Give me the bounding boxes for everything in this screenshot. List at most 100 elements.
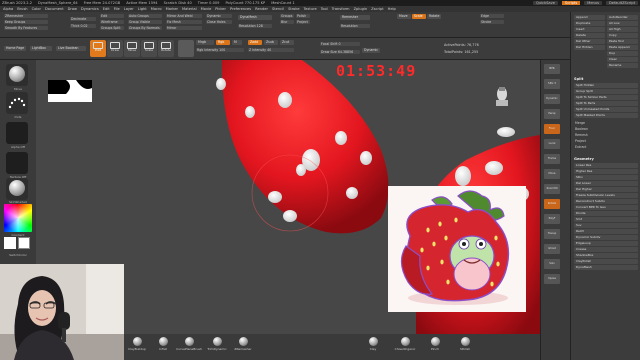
geometry-edgeloop-button[interactable]: EdgeLoop	[574, 241, 638, 246]
menus-button[interactable]: Menus	[584, 1, 602, 5]
quicksave-button[interactable]: QuickSave	[532, 1, 558, 5]
rotate-mode-button[interactable]: Rotate	[158, 40, 174, 57]
zremesher-button[interactable]: ZRemesher	[4, 14, 48, 18]
scale-mode-button[interactable]: Scale	[141, 40, 157, 57]
split-split-to-parts-button[interactable]: Split To Parts	[574, 101, 638, 106]
subpalette-extract-header[interactable]: Extract	[575, 145, 586, 149]
tool-del-other-button[interactable]: Del Other	[574, 39, 605, 44]
dock-floor-button[interactable]: Floor	[544, 124, 560, 134]
groups-split-button[interactable]: Groups Split	[100, 26, 124, 30]
tp-rotate-button[interactable]: Rotate	[427, 14, 441, 19]
geometry-shadowbox-button[interactable]: ShadowBox	[574, 253, 638, 258]
tool-autoreorder-button[interactable]: AutoReorder	[607, 15, 638, 20]
home-page-button[interactable]: Home Page	[4, 46, 26, 51]
geometry-del-higher-button[interactable]: Del Higher	[574, 187, 638, 192]
zadd-toggle[interactable]: Zadd	[248, 40, 262, 45]
rgb-intensity-slider[interactable]: Rgb Intensity 100	[196, 48, 244, 52]
brush-trimdynamic-button[interactable]: TrimDynamic	[204, 337, 230, 351]
main-color-swatch[interactable]	[4, 237, 16, 249]
menu-edit[interactable]: Edit	[103, 7, 110, 11]
menu-texture[interactable]: Texture	[304, 7, 317, 11]
geometry-divide-button[interactable]: Divide	[574, 211, 638, 216]
rgb-toggle[interactable]: Rgb	[216, 40, 230, 45]
z-intensity-slider[interactable]: Z Intensity 40	[248, 48, 294, 52]
color-picker[interactable]	[4, 204, 32, 232]
dock-persp-button[interactable]: Persp	[544, 109, 560, 119]
secondary-color-swatch[interactable]	[18, 237, 30, 249]
thick-slider[interactable]: Thick 0.02	[70, 24, 96, 28]
groups-toggle[interactable]: Groups	[280, 14, 294, 18]
tool-all-high-button[interactable]: All High	[607, 27, 638, 32]
menu-dynamics[interactable]: Dynamics	[81, 7, 99, 11]
material-thumb[interactable]	[6, 178, 28, 200]
menu-marker[interactable]: Marker	[166, 7, 178, 11]
geometry-reconstruct-subdiv-button[interactable]: Reconstruct Subdiv	[574, 199, 638, 204]
dock-transp-button[interactable]: Transp	[544, 229, 560, 239]
geometry-lower-res-button[interactable]: Lower Res	[574, 163, 638, 168]
dynamic-toggle[interactable]: Dynamic	[206, 14, 232, 18]
texture-off-thumb[interactable]	[6, 152, 28, 174]
tool-all-low-button[interactable]: All Low	[607, 21, 638, 26]
focal-shift-slider[interactable]: Focal Shift 0	[320, 42, 360, 46]
zcut-toggle[interactable]: Zcut	[280, 40, 294, 45]
subpalette-boolean-header[interactable]: Boolean	[575, 127, 588, 131]
mrgb-toggle[interactable]: Mrgb	[196, 40, 214, 45]
dock-dynamic-button[interactable]: Dynamic	[544, 94, 560, 104]
close-holes-button[interactable]: Close Holes	[206, 20, 232, 24]
auto-groups-button[interactable]: Auto Groups	[128, 14, 162, 18]
menu-preferences[interactable]: Preferences	[230, 7, 251, 11]
dock-spix-3-button[interactable]: SPix 3	[544, 79, 560, 89]
menu-transform[interactable]: Transform	[332, 7, 350, 11]
edge-slider[interactable]: Edge	[480, 14, 504, 18]
tool-insert-button[interactable]: Insert	[574, 27, 605, 32]
menu-picker[interactable]: Picker	[215, 7, 226, 11]
dock-rotate-button[interactable]: Rotate	[544, 199, 560, 209]
dynamesh-button[interactable]: DynaMesh	[238, 15, 272, 20]
mirror-and-weld-button[interactable]: Mirror And Weld	[166, 14, 202, 18]
geometry-smt-button[interactable]: Smt	[574, 217, 638, 222]
tool-duplicate-button[interactable]: Duplicate	[574, 21, 605, 26]
edit-button[interactable]: Edit	[100, 14, 124, 18]
polish-toggle[interactable]: Polish	[296, 14, 310, 18]
remesher-button[interactable]: Remesher	[340, 15, 370, 20]
geometry-freeze-subdivision-levels-button[interactable]: Freeze SubDivision Levels	[574, 193, 638, 198]
split-split-to-similar-parts-button[interactable]: Split To Similar Parts	[574, 95, 638, 100]
menu-brush[interactable]: Brush	[17, 7, 27, 11]
geometry-dynamic-subdiv-button[interactable]: Dynamic Subdiv	[574, 235, 638, 240]
menu-zplugin[interactable]: Zplugin	[354, 7, 368, 11]
geometry-header[interactable]: Geometry	[574, 157, 594, 161]
default-zscript-button[interactable]: DefaultZScript	[605, 1, 638, 5]
draw-mode-button[interactable]: Draw	[107, 40, 123, 57]
brush-curveplane-button[interactable]: CurvePlaneBrush	[176, 337, 202, 351]
menu-help[interactable]: Help	[388, 7, 396, 11]
mirror-button[interactable]: Mirror	[166, 26, 202, 30]
brush-move-thumb[interactable]	[6, 64, 28, 86]
group-visible-button[interactable]: Group Visible	[128, 20, 162, 24]
blur-slider[interactable]: Blur	[280, 20, 294, 24]
tool-clear-button[interactable]: Clear	[607, 57, 638, 62]
tool-delete-button[interactable]: Delete	[574, 33, 605, 38]
geometry-sdiv-button[interactable]: SDiv	[574, 175, 638, 180]
brush-hpolish-button[interactable]: hPolish	[452, 337, 478, 351]
geometry-del-lower-button[interactable]: Del Lower	[574, 181, 638, 186]
lightbox-button[interactable]: LightBox	[30, 46, 52, 51]
tool-dup-button[interactable]: Dup	[607, 51, 638, 56]
zsub-toggle[interactable]: Zsub	[264, 40, 278, 45]
menu-light[interactable]: Light	[138, 7, 147, 11]
tool-del-hidden-button[interactable]: Del Hidden	[574, 45, 605, 50]
subpalette-merge-header[interactable]: Merge	[575, 121, 585, 125]
stroke-slider[interactable]: Stroke	[480, 20, 504, 24]
brush-clay-button[interactable]: Clay	[360, 337, 386, 351]
tool-paste-append-button[interactable]: Paste Append	[607, 45, 638, 50]
dock-ghost-button[interactable]: Ghost	[544, 244, 560, 254]
menu-document[interactable]: Document	[45, 7, 64, 11]
geometry-suv-button[interactable]: Suv	[574, 223, 638, 228]
dock-polyf-button[interactable]: PolyF	[544, 214, 560, 224]
menu-material[interactable]: Material	[182, 7, 197, 11]
scripts-button[interactable]: Scripts	[561, 1, 581, 5]
brush-inflat-button[interactable]: Inflat	[150, 337, 176, 351]
wireframe-toggle[interactable]: Wireframe	[100, 20, 124, 24]
geometry-higher-res-button[interactable]: Higher Res	[574, 169, 638, 174]
tool-paste-tool-button[interactable]: Paste Tool	[607, 39, 638, 44]
dock-bpr-button[interactable]: BPR	[544, 64, 560, 74]
